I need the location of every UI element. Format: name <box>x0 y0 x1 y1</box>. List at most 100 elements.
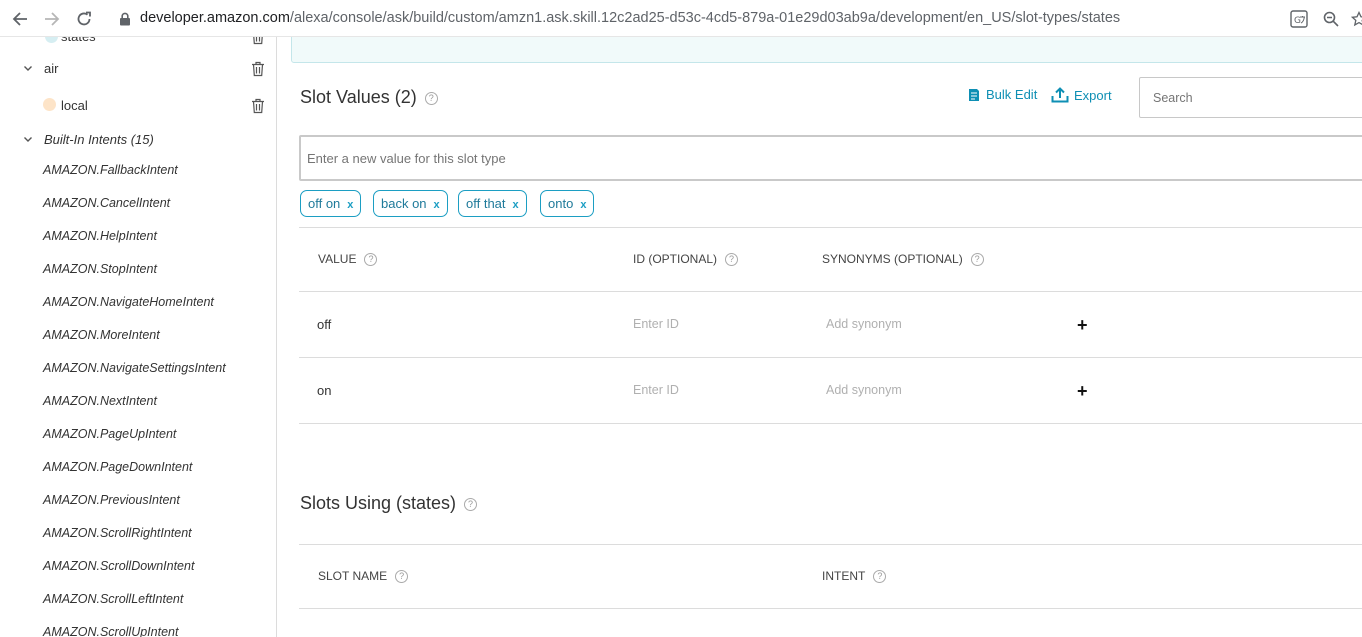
trash-icon[interactable] <box>251 61 265 77</box>
column-header-id: ID (OPTIONAL)? <box>633 252 739 267</box>
sidebar-intent-item[interactable]: AMAZON.FallbackIntent <box>43 163 178 177</box>
slot-dot <box>43 98 56 111</box>
url-host: developer.amazon.com <box>140 10 290 26</box>
search-input[interactable] <box>1139 77 1362 118</box>
chip-remove-icon[interactable]: x <box>513 199 519 211</box>
sidebar-intent-item[interactable]: AMAZON.PreviousIntent <box>43 493 180 507</box>
reload-icon[interactable] <box>72 7 96 31</box>
slot-value-cell[interactable]: off <box>317 317 331 332</box>
help-icon[interactable]: ? <box>395 570 409 584</box>
divider <box>299 544 1362 545</box>
divider <box>299 423 1362 424</box>
forward-icon[interactable] <box>40 7 64 31</box>
export-label: Export <box>1074 87 1112 103</box>
sidebar-intent-item[interactable]: AMAZON.NavigateSettingsIntent <box>43 361 226 375</box>
sidebar-intent-item[interactable]: AMAZON.ScrollUpIntent <box>43 625 178 637</box>
slot-value-cell[interactable]: on <box>317 383 331 398</box>
zoom-icon[interactable] <box>1320 8 1342 30</box>
divider <box>299 608 1362 609</box>
slot-values-title-text: Slot Values (2) <box>300 87 417 107</box>
sidebar-intent-item[interactable]: AMAZON.NextIntent <box>43 394 157 408</box>
help-icon[interactable]: ? <box>364 253 378 267</box>
slots-using-title-text: Slots Using (states) <box>300 493 457 513</box>
sidebar-intent-item[interactable]: AMAZON.PageUpIntent <box>43 427 176 441</box>
sidebar-intent-item[interactable]: AMAZON.PageDownIntent <box>43 460 192 474</box>
sidebar-item-air[interactable]: air <box>0 52 276 85</box>
sidebar-intent-item[interactable]: AMAZON.ScrollDownIntent <box>43 559 194 573</box>
column-header-synonyms: SYNONYMS (OPTIONAL)? <box>822 252 984 267</box>
sidebar-item-label: states <box>61 37 96 53</box>
chip-remove-icon[interactable]: x <box>347 199 353 211</box>
suggestion-chip[interactable]: off on x <box>300 190 362 217</box>
column-header-slot-name: SLOT NAME? <box>318 569 409 584</box>
chevron-down-icon[interactable] <box>22 62 34 74</box>
lock-icon[interactable] <box>113 7 137 31</box>
export-button[interactable]: Export <box>1051 87 1112 103</box>
info-banner <box>291 37 1362 63</box>
address-bar[interactable]: developer.amazon.com/alexa/console/ask/b… <box>140 0 1120 37</box>
sidebar-intent-item[interactable]: AMAZON.CancelIntent <box>43 196 170 210</box>
slot-type-dot <box>45 37 58 43</box>
divider <box>299 291 1362 292</box>
add-synonym-button[interactable]: + <box>1077 382 1088 400</box>
column-header-intent: INTENT? <box>822 569 887 584</box>
add-synonym-button[interactable]: + <box>1077 316 1088 334</box>
svg-text:G: G <box>1294 16 1301 26</box>
column-header-value: VALUE? <box>318 252 378 267</box>
help-icon[interactable]: ? <box>464 497 478 511</box>
bulk-edit-label: Bulk Edit <box>986 87 1038 102</box>
sidebar-intent-item[interactable]: AMAZON.HelpIntent <box>43 229 157 243</box>
column-header-label: SYNONYMS (OPTIONAL) <box>822 252 963 266</box>
column-header-label: SLOT NAME <box>318 569 388 583</box>
translate-icon[interactable]: G <box>1288 8 1310 30</box>
bookmark-star-icon[interactable] <box>1348 8 1362 30</box>
trash-icon[interactable] <box>251 37 265 45</box>
slots-using-title: Slots Using (states)? <box>300 493 478 514</box>
browser-toolbar: developer.amazon.com/alexa/console/ask/b… <box>0 0 1362 37</box>
chip-label: off that <box>466 196 506 211</box>
synonym-input[interactable]: Add synonym <box>826 383 902 397</box>
main-content: Slot Values (2)? Bulk Edit Export off on… <box>277 37 1362 637</box>
id-input[interactable]: Enter ID <box>633 383 679 397</box>
synonym-input[interactable]: Add synonym <box>826 317 902 331</box>
help-icon[interactable]: ? <box>725 253 739 267</box>
sidebar-item-local[interactable]: local <box>0 89 276 122</box>
sidebar-intent-item[interactable]: AMAZON.NavigateHomeIntent <box>43 295 214 309</box>
chip-label: off on <box>308 196 341 211</box>
sidebar-intent-item[interactable]: AMAZON.StopIntent <box>43 262 157 276</box>
chip-label: back on <box>381 196 427 211</box>
column-header-label: INTENT <box>822 569 866 583</box>
id-input[interactable]: Enter ID <box>633 317 679 331</box>
suggestion-chip[interactable]: back on x <box>373 190 448 217</box>
slot-values-title: Slot Values (2)? <box>300 87 438 108</box>
chevron-down-icon[interactable] <box>22 133 34 145</box>
sidebar-intent-item[interactable]: AMAZON.ScrollRightIntent <box>43 526 192 540</box>
help-icon[interactable]: ? <box>424 91 438 105</box>
sidebar-item-label: local <box>61 98 88 113</box>
divider <box>299 227 1362 228</box>
new-slot-value-input[interactable] <box>299 135 1362 181</box>
sidebar-item-label: air <box>44 61 59 76</box>
bulk-edit-button[interactable]: Bulk Edit <box>967 87 1037 102</box>
sidebar: states air local Built-In Intents (15) A… <box>0 37 277 637</box>
sidebar-item-states[interactable]: states <box>0 37 276 53</box>
trash-icon[interactable] <box>251 98 265 114</box>
suggestion-chip[interactable]: off that x <box>458 190 527 217</box>
column-header-label: ID (OPTIONAL) <box>633 252 718 266</box>
suggestion-chip[interactable]: onto x <box>540 190 595 217</box>
url-path: /alexa/console/ask/build/custom/amzn1.as… <box>289 10 1121 26</box>
chip-label: onto <box>548 196 574 211</box>
export-icon <box>1051 87 1069 103</box>
chip-remove-icon[interactable]: x <box>580 199 586 211</box>
sidebar-group-label: Built-In Intents (15) <box>44 132 154 147</box>
column-header-label: VALUE <box>318 252 357 266</box>
help-icon[interactable]: ? <box>970 253 984 267</box>
chip-remove-icon[interactable]: x <box>434 199 440 211</box>
bulk-edit-icon <box>969 88 979 101</box>
sidebar-intent-item[interactable]: AMAZON.MoreIntent <box>43 328 160 342</box>
help-icon[interactable]: ? <box>873 570 887 584</box>
sidebar-group-builtin-intents[interactable]: Built-In Intents (15) <box>0 123 276 156</box>
divider <box>299 357 1362 358</box>
back-icon[interactable] <box>8 7 32 31</box>
sidebar-intent-item[interactable]: AMAZON.ScrollLeftIntent <box>43 592 183 606</box>
